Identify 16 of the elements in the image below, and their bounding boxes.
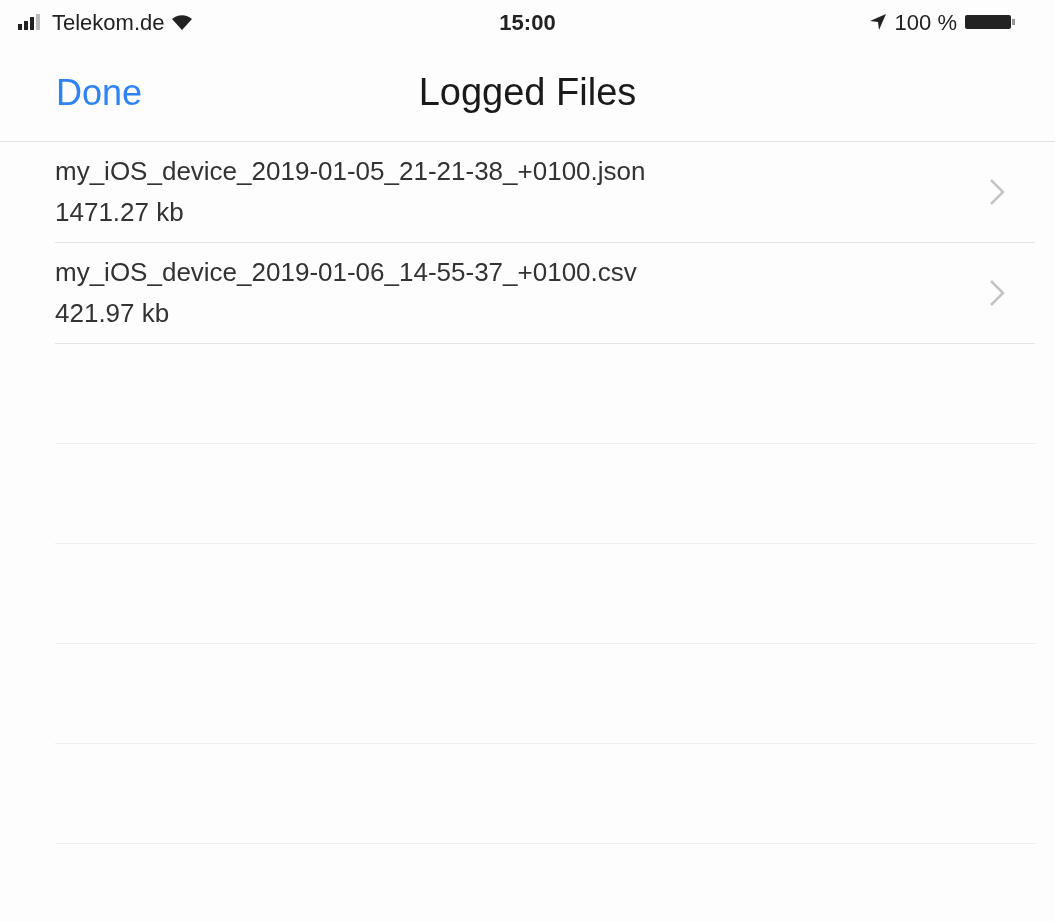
file-size: 1471.27 kb [55, 196, 185, 229]
done-button[interactable]: Done [56, 65, 143, 120]
file-size: 421.97 kb [55, 297, 171, 330]
carrier-name: Telekom.de [52, 8, 165, 37]
chevron-right-icon [989, 178, 1005, 206]
battery-icon [965, 13, 1017, 31]
location-arrow-icon [868, 13, 887, 31]
file-name: my_iOS_device_2019-01-05_21-21-38_+0100.json [55, 155, 646, 188]
file-name: my_iOS_device_2019-01-06_14-55-37_+0100.csv [55, 256, 637, 289]
wifi-icon [170, 14, 193, 30]
nav-title: Logged Files [418, 70, 637, 115]
battery-percent: 100 % [894, 8, 957, 37]
file-row[interactable]: my_iOS_device_2019-01-06_14-55-37_+0100.csv 421.97 kb [55, 243, 1035, 344]
file-row[interactable]: my_iOS_device_2019-01-05_21-21-38_+0100.json 1471.27 kb [55, 142, 1035, 243]
chevron-right-icon [989, 279, 1005, 307]
status-time: 15:00 [499, 8, 556, 37]
